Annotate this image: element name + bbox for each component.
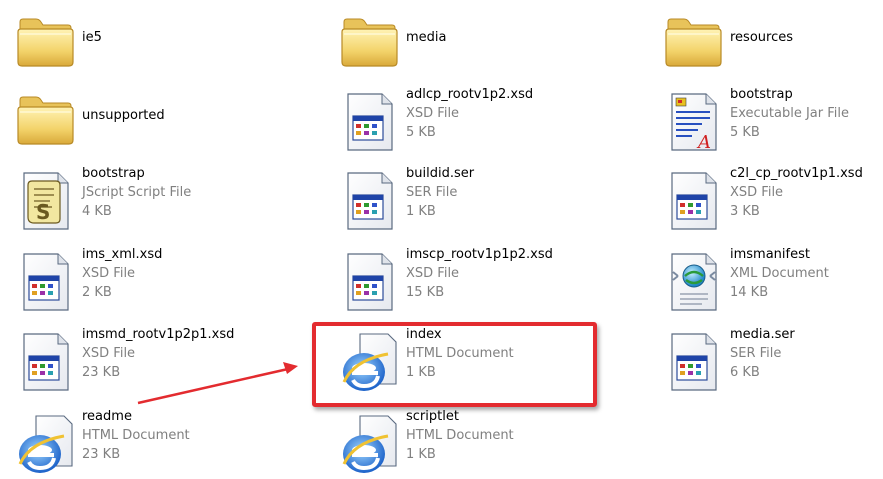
xsd-file-icon — [14, 248, 78, 316]
file-name: imsmanifest — [730, 247, 810, 262]
file-type: XML Document — [730, 266, 829, 281]
file-name: bootstrap — [82, 166, 145, 181]
file-name: c2l_cp_rootv1p1.xsd — [730, 166, 863, 181]
file-item-readme[interactable]: readme HTML Document 23 KB — [14, 409, 244, 478]
file-item-media-ser[interactable]: media.ser SER File 6 KB — [662, 327, 877, 396]
file-name: ims_xml.xsd — [82, 247, 163, 262]
file-item-imsmanifest[interactable]: imsmanifest XML Document 14 KB — [662, 247, 877, 316]
file-item-scriptlet[interactable]: scriptlet HTML Document 1 KB — [338, 409, 578, 478]
file-name: media.ser — [730, 327, 795, 342]
file-size: 5 KB — [406, 125, 436, 140]
file-item-buildid-ser[interactable]: buildid.ser SER File 1 KB — [338, 166, 578, 235]
file-name: imsmd_rootv1p2p1.xsd — [82, 327, 235, 342]
file-item-adlcp-rootv1p2-xsd[interactable]: adlcp_rootv1p2.xsd XSD File 5 KB — [338, 87, 578, 156]
file-item-imsmd-rootv1p2p1-xsd[interactable]: imsmd_rootv1p2p1.xsd XSD File 23 KB — [14, 327, 274, 396]
xsd-file-icon — [338, 88, 402, 156]
file-type: XSD File — [82, 346, 136, 361]
file-type: XSD File — [406, 106, 460, 121]
file-name: readme — [82, 409, 132, 424]
folder-icon — [338, 10, 402, 78]
file-size: 23 KB — [82, 365, 121, 380]
file-name: imscp_rootv1p1p2.xsd — [406, 247, 553, 262]
file-type: XSD File — [82, 266, 136, 281]
file-name: media — [406, 30, 447, 45]
file-type: HTML Document — [406, 428, 514, 443]
file-name: buildid.ser — [406, 166, 475, 181]
file-size: 3 KB — [730, 204, 760, 219]
file-name: ie5 — [82, 30, 102, 45]
xsd-file-icon — [14, 328, 78, 396]
file-size: 2 KB — [82, 285, 112, 300]
xsd-file-icon — [338, 248, 402, 316]
file-name: resources — [730, 30, 794, 45]
file-type: SER File — [730, 346, 782, 361]
file-size: 1 KB — [406, 204, 436, 219]
script-file-icon — [14, 167, 78, 235]
folder-icon — [14, 10, 78, 78]
xsd-file-icon — [662, 167, 726, 235]
ser-file-icon — [338, 167, 402, 235]
file-item-media[interactable]: media — [338, 10, 578, 78]
file-size: 4 KB — [82, 204, 112, 219]
folder-icon — [662, 10, 726, 78]
file-name: unsupported — [82, 108, 165, 123]
file-item-bootstrap-jar[interactable]: bootstrap Executable Jar File 5 KB — [662, 87, 877, 156]
file-type: Executable Jar File — [730, 106, 849, 121]
file-item-bootstrap-js[interactable]: bootstrap JScript Script File 4 KB — [14, 166, 244, 235]
ie-html-icon — [338, 410, 402, 478]
file-size: 5 KB — [730, 125, 760, 140]
file-type: SER File — [406, 185, 458, 200]
file-type: JScript Script File — [82, 185, 192, 200]
file-item-c2l-cp-rootv1p1-xsd[interactable]: c2l_cp_rootv1p1.xsd XSD File 3 KB — [662, 166, 877, 235]
file-type: XSD File — [406, 266, 460, 281]
file-item-resources[interactable]: resources — [662, 10, 877, 78]
xml-document-icon — [662, 248, 726, 316]
file-size: 6 KB — [730, 365, 760, 380]
file-name: scriptlet — [406, 409, 459, 424]
ie-html-icon — [14, 410, 78, 478]
file-name: bootstrap — [730, 87, 793, 102]
file-item-imscp-rootv1p1p2-xsd[interactable]: imscp_rootv1p1p2.xsd XSD File 15 KB — [338, 247, 598, 316]
jar-file-icon — [662, 88, 726, 156]
ser-file-icon — [662, 328, 726, 396]
file-size: 15 KB — [406, 285, 445, 300]
file-size: 14 KB — [730, 285, 769, 300]
folder-icon — [14, 88, 78, 156]
highlight-box — [312, 322, 597, 407]
file-item-ims-xml-xsd[interactable]: ims_xml.xsd XSD File 2 KB — [14, 247, 244, 316]
file-item-ie5[interactable]: ie5 — [14, 10, 244, 78]
file-size: 1 KB — [406, 447, 436, 462]
file-name: adlcp_rootv1p2.xsd — [406, 87, 534, 102]
file-type: HTML Document — [82, 428, 190, 443]
file-item-unsupported[interactable]: unsupported — [14, 88, 244, 156]
file-type: XSD File — [730, 185, 784, 200]
file-size: 23 KB — [82, 447, 121, 462]
